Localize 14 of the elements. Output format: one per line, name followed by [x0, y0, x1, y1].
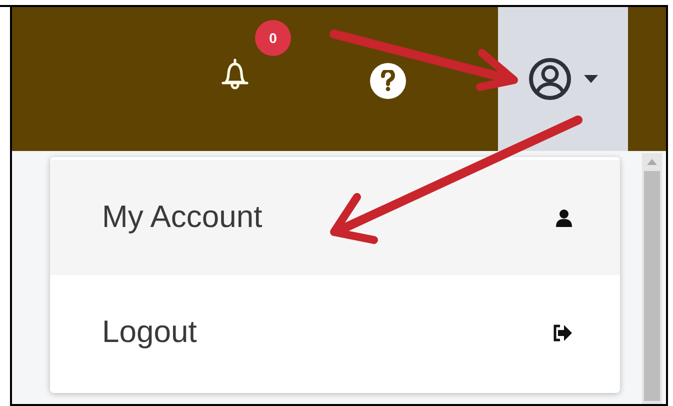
scroll-up-icon — [647, 159, 657, 165]
menu-item-label: My Account — [102, 198, 262, 236]
help-button[interactable] — [370, 63, 406, 99]
menu-item-label: Logout — [102, 313, 197, 352]
user-menu-button[interactable] — [498, 7, 628, 151]
bell-icon — [220, 58, 250, 92]
logout-icon — [552, 324, 572, 342]
person-icon — [556, 208, 572, 226]
menu-item[interactable]: Logout — [50, 275, 620, 390]
caret-icon — [584, 75, 598, 83]
notification-badge: 0 — [255, 20, 291, 56]
question-icon — [380, 70, 396, 92]
user-circle-icon — [528, 57, 572, 101]
menu-item[interactable]: My Account — [50, 160, 620, 275]
